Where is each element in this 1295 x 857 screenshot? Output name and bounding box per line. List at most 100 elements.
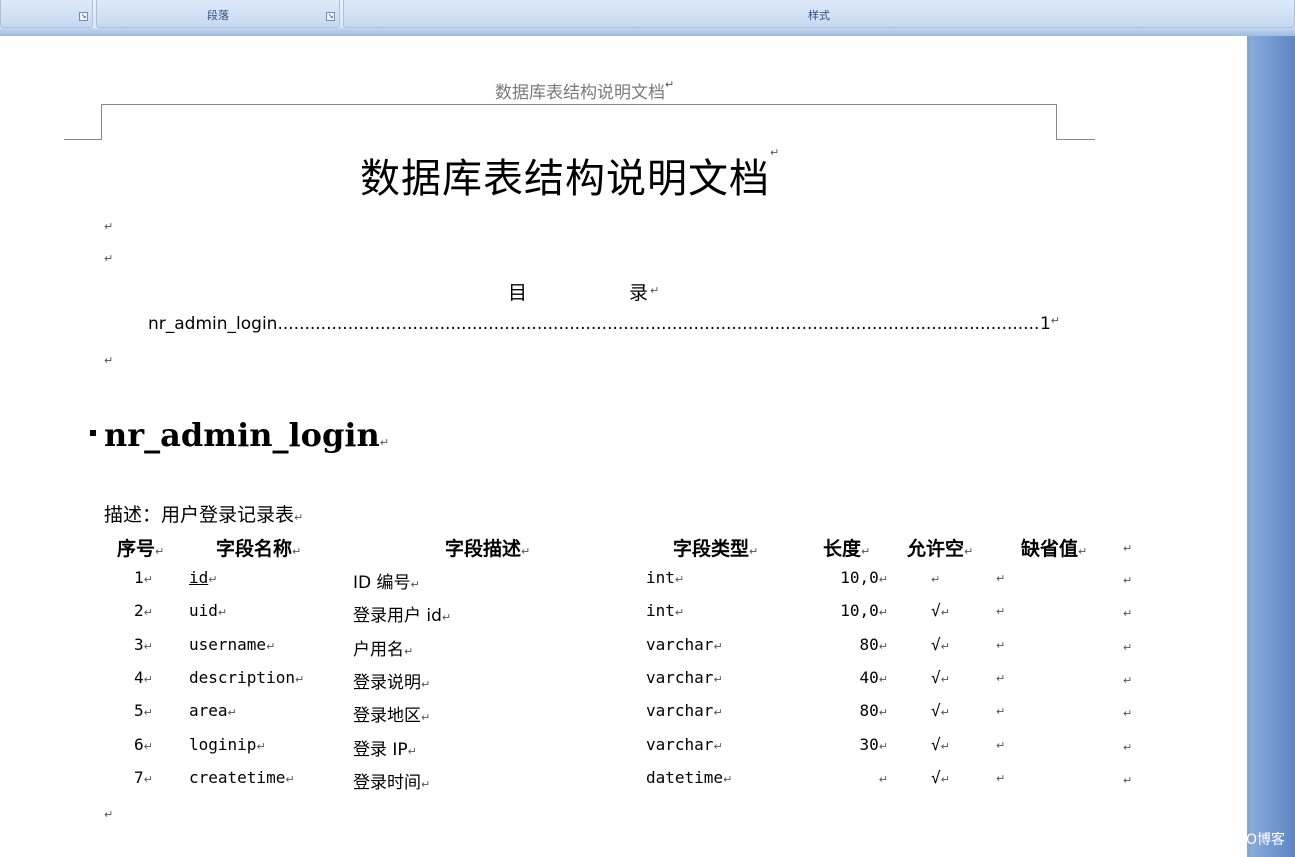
column-header-label: 允许空 xyxy=(907,538,965,560)
paragraph-mark-icon: ↵ xyxy=(749,545,759,558)
cell-name: id↵ xyxy=(189,568,217,587)
cell-nullable-text: √ xyxy=(931,768,941,787)
cell-length: 40↵ xyxy=(800,668,888,687)
paragraph-mark-icon: ↵ xyxy=(713,706,723,719)
paragraph-mark-icon: ↵ xyxy=(878,606,888,619)
cell-name-text: loginip xyxy=(189,735,257,754)
cell-length-text: 30 xyxy=(859,735,879,754)
cell-length: ↵ xyxy=(800,768,888,787)
cell-type: varchar↵ xyxy=(646,668,723,687)
column-header-label: 缺省值 xyxy=(1021,538,1079,560)
table-description-text: 描述：用户登录记录表 xyxy=(104,504,295,526)
paragraph-mark-icon: ↵ xyxy=(294,673,305,686)
cell-type-text: varchar xyxy=(646,735,714,754)
ribbon-group-label: 样式 xyxy=(808,9,830,22)
cell-no: 3↵ xyxy=(134,635,153,654)
section-heading: nr_admin_login↵ xyxy=(104,416,389,454)
column-header-label: 长度 xyxy=(823,538,862,560)
cell-name-text: username xyxy=(189,635,267,654)
cell-nullable: √↵ xyxy=(931,668,950,687)
cell-nullable: √↵ xyxy=(931,768,950,787)
page-header-text: 数据库表结构说明文档 ↵ xyxy=(0,78,1160,103)
toc-heading-right: 录 xyxy=(629,282,649,304)
paragraph-mark-icon: ↵ xyxy=(1123,574,1133,587)
column-header-label: 字段描述 xyxy=(445,538,522,560)
paragraph-mark-icon: ↵ xyxy=(104,354,114,367)
cell-desc-text: 户用名 xyxy=(353,640,404,660)
column-header-label: 字段名称 xyxy=(216,538,293,560)
cell-name-text: id xyxy=(189,568,209,587)
document-background xyxy=(1247,36,1295,857)
paragraph-mark-icon: ↵ xyxy=(878,706,888,719)
paragraph-mark-icon: ↵ xyxy=(1050,314,1060,327)
section-heading-text: nr_admin_login xyxy=(104,416,380,454)
cell-desc-text: 登录说明 xyxy=(353,673,421,693)
cell-desc-text: 登录时间 xyxy=(353,773,421,793)
dialog-launcher-icon[interactable]: ↘ xyxy=(79,12,88,21)
paragraph-mark-icon: ↵ xyxy=(143,773,153,786)
paragraph-mark-icon: ↵ xyxy=(996,739,1006,752)
margin-guide-right xyxy=(1056,139,1095,140)
header-title: 数据库表结构说明文档 xyxy=(495,83,665,103)
heading-bullet-icon xyxy=(90,430,96,436)
paragraph-mark-icon: ↵ xyxy=(143,640,153,653)
document-title: 数据库表结构说明文档 ↵ xyxy=(360,146,779,204)
paragraph-mark-icon: ↵ xyxy=(996,572,1006,585)
paragraph-mark-icon: ↵ xyxy=(674,606,685,619)
ribbon: ↘ 段落 ↘ 样式 xyxy=(0,0,1295,36)
cell-no-text: 7 xyxy=(134,768,144,787)
paragraph-mark-icon: ↵ xyxy=(104,220,114,233)
paragraph-mark-icon: ↵ xyxy=(104,252,114,265)
paragraph-mark-icon: ↵ xyxy=(940,640,950,653)
cell-desc: 登录地区↵ xyxy=(353,701,430,726)
ribbon-group-styles: 样式 xyxy=(343,0,1295,28)
cell-type-text: varchar xyxy=(646,701,714,720)
cell-desc-text: 登录用户 id xyxy=(353,606,442,626)
cell-nullable: √↵ xyxy=(931,635,950,654)
cell-no: 2↵ xyxy=(134,601,153,620)
document-title-text: 数据库表结构说明文档 xyxy=(360,156,770,202)
header-corner-right xyxy=(1056,104,1057,139)
paragraph-mark-icon: ↵ xyxy=(996,772,1006,785)
paragraph-mark-icon: ↵ xyxy=(143,740,153,753)
cell-nullable: √↵ xyxy=(931,601,950,620)
paragraph-mark-icon: ↵ xyxy=(379,436,390,449)
paragraph-mark-icon: ↵ xyxy=(665,78,675,91)
paragraph-mark-icon: ↵ xyxy=(770,146,781,159)
paragraph-mark-icon: ↵ xyxy=(996,705,1006,718)
column-header-desc: 字段描述↵ xyxy=(445,534,530,561)
paragraph-mark-icon: ↵ xyxy=(1123,707,1133,720)
cell-type-text: int xyxy=(646,568,675,587)
paragraph-mark-icon: ↵ xyxy=(940,606,950,619)
paragraph-mark-icon: ↵ xyxy=(143,606,153,619)
paragraph-mark-icon: ↵ xyxy=(878,640,888,653)
cell-length: 10,0↵ xyxy=(800,568,888,587)
cell-name-text: uid xyxy=(189,601,218,620)
paragraph-mark-icon: ↵ xyxy=(155,545,165,558)
cell-type: int↵ xyxy=(646,568,684,587)
paragraph-mark-icon: ↵ xyxy=(1123,641,1133,654)
paragraph-mark-icon: ↵ xyxy=(407,745,417,758)
paragraph-mark-icon: ↵ xyxy=(723,773,733,786)
cell-name: loginip↵ xyxy=(189,735,266,754)
toc-entry[interactable]: nr_admin_login .........................… xyxy=(148,314,1060,334)
cell-length-text: 80 xyxy=(859,635,879,654)
paragraph-mark-icon: ↵ xyxy=(208,573,218,586)
cell-type: datetime↵ xyxy=(646,768,732,787)
cell-desc-text: ID 编号 xyxy=(353,573,411,593)
dialog-launcher-icon[interactable]: ↘ xyxy=(326,12,335,21)
paragraph-mark-icon: ↵ xyxy=(713,673,723,686)
cell-nullable-text: √ xyxy=(931,701,941,720)
paragraph-mark-icon: ↵ xyxy=(940,673,950,686)
cell-name: createtime↵ xyxy=(189,768,295,787)
paragraph-mark-icon: ↵ xyxy=(227,706,237,719)
page-shadow xyxy=(1247,36,1251,857)
column-header-length: 长度↵ xyxy=(823,534,870,561)
paragraph-mark-icon: ↵ xyxy=(266,640,276,653)
cell-type: varchar↵ xyxy=(646,635,723,654)
paragraph-mark-icon: ↵ xyxy=(861,545,871,558)
cell-nullable-text: √ xyxy=(931,601,941,620)
cell-no: 7↵ xyxy=(134,768,153,787)
cell-no-text: 3 xyxy=(134,635,144,654)
document-page[interactable]: 数据库表结构说明文档 ↵ 数据库表结构说明文档 ↵ ↵ ↵ 目 录 ↵ nr_adm… xyxy=(0,36,1247,857)
